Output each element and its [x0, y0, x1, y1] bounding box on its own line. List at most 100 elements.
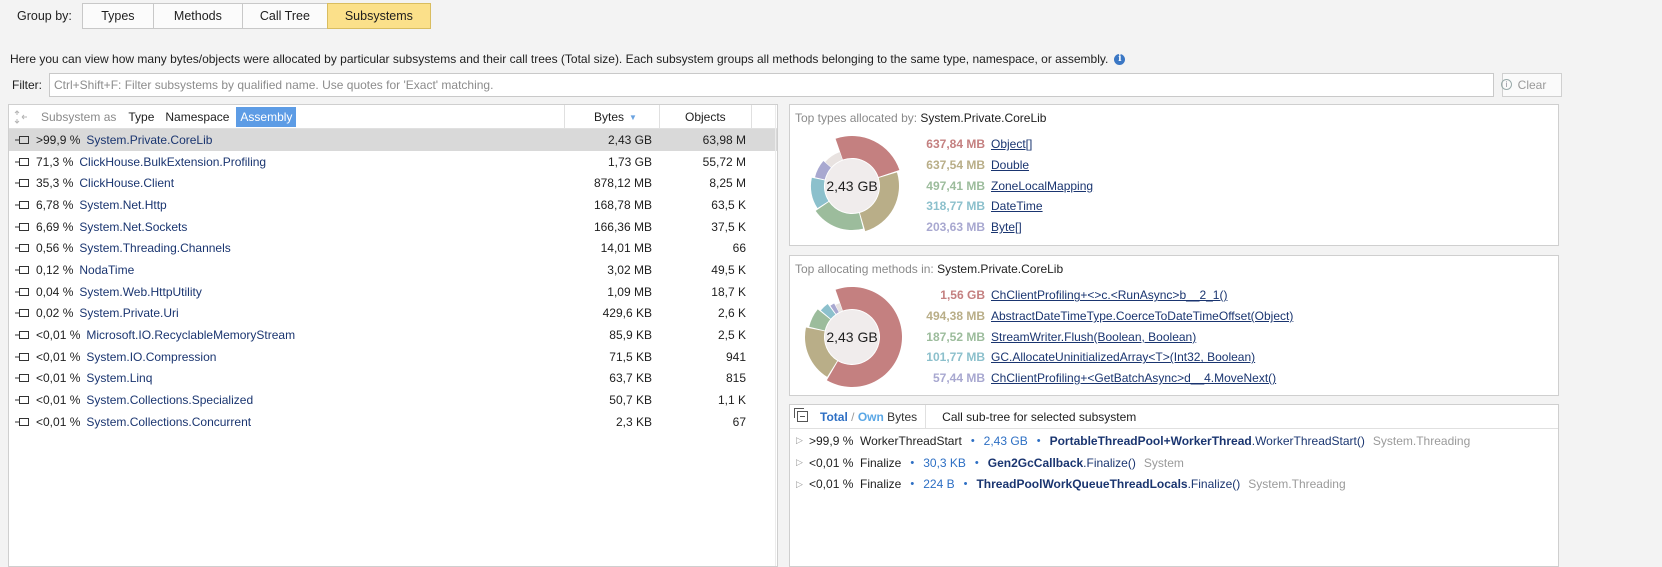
- info-icon[interactable]: i: [1114, 53, 1126, 65]
- collapse-all-icon[interactable]: [9, 105, 33, 129]
- row-label: 0,04 % System.Web.HttpUtility: [36, 285, 202, 299]
- group-by-types-button[interactable]: Types: [81, 3, 154, 29]
- sort-desc-icon: ▼: [629, 112, 637, 122]
- call-tree-row[interactable]: ▷ <0,01 % Finalize • 224 B • ThreadPoolWorkQue…: [790, 474, 1558, 496]
- row-bytes: 3,02 MB: [607, 262, 652, 277]
- table-row[interactable]: 0,12 % NodaTime 3,02 MB 49,5 K: [9, 259, 777, 281]
- row-label: 35,3 % ClickHouse.Client: [36, 176, 174, 190]
- legend-item: 187,52 MB StreamWriter.Flush(Boolean, Boo…: [920, 326, 1293, 347]
- legend-item: 1,56 GB ChClientProfiling+<>c.<RunAsync>b…: [920, 285, 1293, 306]
- tree-node: Finalize • 30,3 KB • Gen2GcCallback .Finalize…: [860, 456, 1184, 470]
- tree-namespace: System.Threading: [1372, 433, 1471, 448]
- tree-namespace: System.Threading: [1248, 477, 1346, 492]
- legend-link[interactable]: DateTime: [991, 199, 1043, 213]
- table-row[interactable]: 0,56 % System.Threading.Channels 14,01 MB 6…: [9, 237, 777, 259]
- legend-link[interactable]: Byte[]: [991, 220, 1022, 234]
- legend-size: 57,44 MB: [932, 371, 985, 386]
- expand-arrow-icon[interactable]: ▷: [796, 479, 803, 490]
- top-types-title: Top types allocated by: System.Private.C…: [795, 111, 1046, 125]
- table-row[interactable]: 6,78 % System.Net.Http 168,78 MB 63,5 K: [9, 194, 777, 216]
- legend-link[interactable]: Object[]: [991, 137, 1032, 151]
- call-tree: ▷ >99,9 % WorkerThreadStart • 2,43 GB • Portab…: [790, 430, 1558, 495]
- table-row[interactable]: <0,01 % System.Collections.Concurrent 2,3 …: [9, 411, 777, 433]
- row-objects: 2,5 K: [717, 328, 746, 343]
- row-objects: 1,1 K: [717, 393, 746, 408]
- top-methods-title-prefix: Top allocating methods in:: [795, 262, 934, 276]
- group-by-methods-button[interactable]: Methods: [152, 3, 243, 29]
- row-objects: 66: [732, 241, 746, 256]
- row-percent: >99,9 %: [36, 132, 81, 147]
- subsystem-node-icon: [15, 243, 29, 253]
- call-tree-row[interactable]: ▷ <0,01 % Finalize • 30,3 KB • Gen2GcCallback.…: [790, 452, 1558, 474]
- expand-arrow-icon[interactable]: ▷: [796, 457, 803, 468]
- expand-arrow-icon[interactable]: ▷: [796, 435, 803, 446]
- row-bytes: 168,78 MB: [593, 197, 652, 212]
- column-header-bytes[interactable]: Bytes ▼: [594, 110, 637, 124]
- row-bytes: 14,01 MB: [600, 241, 652, 256]
- own-label[interactable]: Own: [858, 410, 884, 424]
- splitter[interactable]: [775, 105, 776, 566]
- table-row[interactable]: 35,3 % ClickHouse.Client 878,12 MB 8,25 M: [9, 172, 777, 194]
- subsystem-as-type[interactable]: Type: [124, 107, 158, 127]
- column-divider: [564, 105, 565, 129]
- row-bytes: 878,12 MB: [593, 176, 652, 191]
- total-label[interactable]: Total: [820, 410, 848, 424]
- table-row[interactable]: 71,3 % ClickHouse.BulkExtension.Profiling…: [9, 151, 777, 173]
- tree-method: .Finalize(): [1187, 477, 1241, 492]
- total-own-toggle[interactable]: Total / Own Bytes: [820, 410, 917, 424]
- expand-all-icon[interactable]: [790, 405, 814, 429]
- filter-input[interactable]: [49, 73, 1494, 97]
- subsystem-as-assembly[interactable]: Assembly: [236, 106, 297, 127]
- table-row[interactable]: >99,9 % System.Private.CoreLib 2,43 GB 63,9…: [9, 129, 777, 151]
- table-row[interactable]: 6,69 % System.Net.Sockets 166,36 MB 37,5 K: [9, 216, 777, 238]
- legend-link[interactable]: ChClientProfiling+<GetBatchAsync>d__4.Mo…: [991, 371, 1276, 385]
- column-header-objects[interactable]: Objects: [685, 110, 726, 124]
- bytes-label: Bytes: [887, 409, 918, 424]
- tree-size: 224 B: [923, 477, 955, 492]
- group-by-call-tree-button[interactable]: Call Tree: [241, 3, 328, 29]
- legend-link[interactable]: StreamWriter.Flush(Boolean, Boolean): [991, 330, 1196, 344]
- legend-link[interactable]: AbstractDateTimeType.CoerceToDateTimeOff…: [991, 309, 1293, 323]
- table-header: Subsystem as Type Namespace Assembly Byt…: [9, 105, 777, 129]
- legend-size: 187,52 MB: [926, 329, 985, 344]
- table-row[interactable]: <0,01 % System.IO.Compression 71,5 KB 941: [9, 346, 777, 368]
- legend-item: 494,38 MB AbstractDateTimeType.CoerceToDa…: [920, 306, 1293, 327]
- table-row[interactable]: <0,01 % System.Linq 63,7 KB 815: [9, 368, 777, 390]
- tree-namespace: System: [1143, 455, 1184, 470]
- row-label: 0,02 % System.Private.Uri: [36, 306, 179, 320]
- legend-link[interactable]: GC.AllocateUninitializedArray<T>(Int32, …: [991, 350, 1255, 364]
- row-objects: 49,5 K: [711, 262, 746, 277]
- tree-method: .WorkerThreadStart(): [1251, 433, 1365, 448]
- row-label: 71,3 % ClickHouse.BulkExtension.Profiling: [36, 155, 266, 169]
- row-subsystem-name: System.Linq: [86, 371, 153, 386]
- row-label: <0,01 % Microsoft.IO.RecyclableMemoryStre…: [36, 328, 295, 342]
- tree-percent: <0,01 %: [809, 477, 854, 492]
- table-row[interactable]: <0,01 % System.Collections.Specialized 50,…: [9, 389, 777, 411]
- description: Here you can view how many bytes/objects…: [10, 52, 1126, 66]
- legend-link[interactable]: ZoneLocalMapping: [991, 179, 1093, 193]
- group-by-subsystems-button[interactable]: Subsystems: [326, 3, 431, 29]
- subsystem-node-icon: [15, 352, 29, 362]
- row-objects: 67: [732, 414, 746, 429]
- row-percent: 0,04 %: [36, 284, 74, 299]
- row-percent: <0,01 %: [36, 371, 81, 386]
- subsystem-as-namespace[interactable]: Namespace: [161, 107, 233, 127]
- legend-item: 101,77 MB GC.AllocateUninitializedArray<T…: [920, 347, 1293, 368]
- legend-link[interactable]: Double: [991, 158, 1029, 172]
- legend-item: 637,54 MB Double: [920, 155, 1093, 176]
- table-row[interactable]: 0,04 % System.Web.HttpUtility 1,09 MB 18,7 …: [9, 281, 777, 303]
- legend-size: 494,38 MB: [926, 309, 985, 324]
- call-tree-caption: Call sub-tree for selected subsystem: [942, 409, 1137, 424]
- subsystem-node-icon: [15, 395, 29, 405]
- table-row[interactable]: 0,02 % System.Private.Uri 429,6 KB 2,6 K: [9, 303, 777, 325]
- legend-link[interactable]: ChClientProfiling+<>c.<RunAsync>b__2_1(): [991, 288, 1227, 302]
- row-subsystem-name: Microsoft.IO.RecyclableMemoryStream: [86, 328, 296, 343]
- row-bytes: 166,36 MB: [593, 219, 652, 234]
- tree-func: Finalize: [860, 455, 902, 470]
- tree-func: WorkerThreadStart: [860, 433, 962, 448]
- bytes-header-label: Bytes: [594, 110, 625, 124]
- filter-info-icon[interactable]: i: [1501, 79, 1512, 90]
- call-tree-row[interactable]: ▷ >99,9 % WorkerThreadStart • 2,43 GB • Portab…: [790, 430, 1558, 452]
- table-row[interactable]: <0,01 % Microsoft.IO.RecyclableMemoryStre…: [9, 324, 777, 346]
- legend-size: 637,84 MB: [926, 137, 985, 152]
